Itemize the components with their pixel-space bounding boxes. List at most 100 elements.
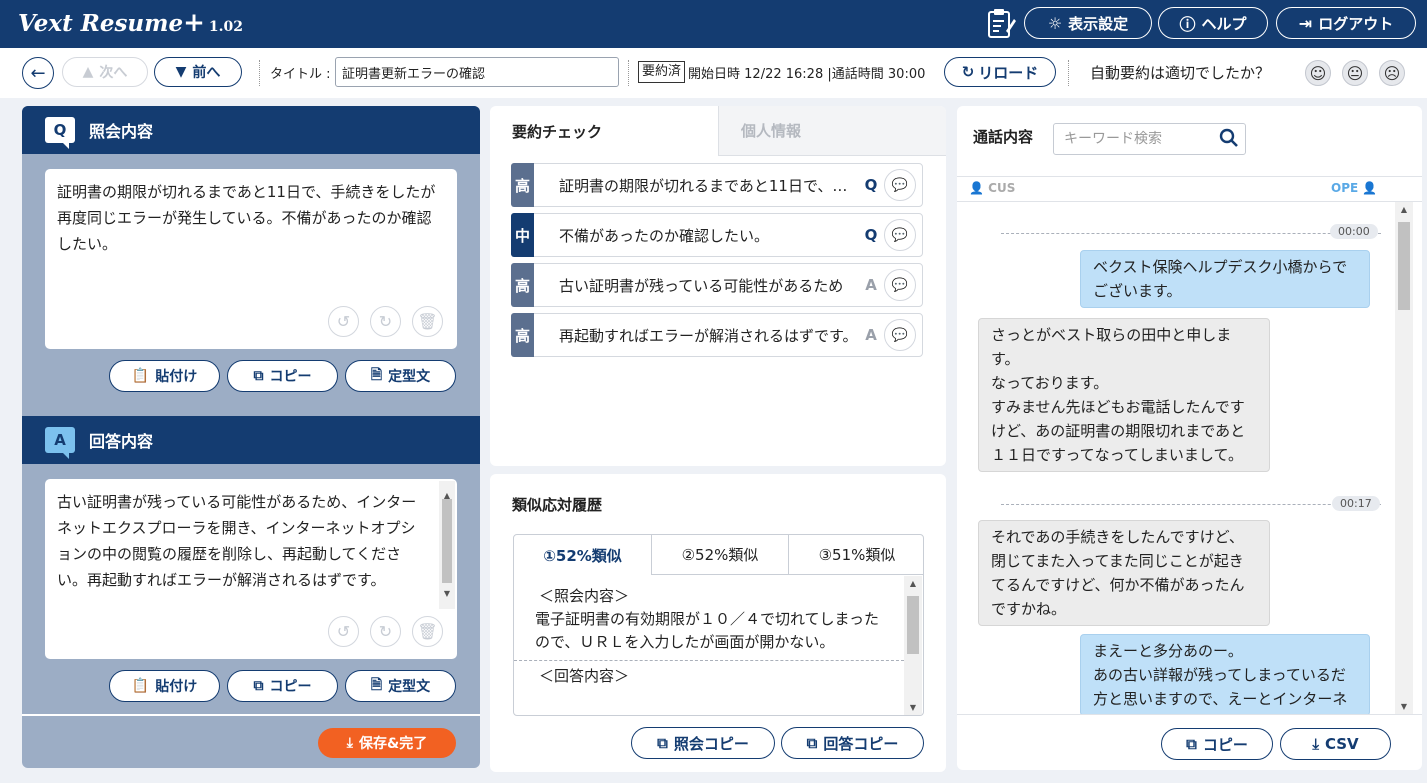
- save-complete-button[interactable]: ⤓ 保存&完了: [318, 728, 456, 758]
- answer-editor[interactable]: 古い証明書が残っている可能性があるため、インターネットエクスプローラを開き、イン…: [45, 479, 457, 659]
- operator-message: ベクスト保険ヘルプデスク小橋からでございます。: [1080, 250, 1370, 308]
- logout-button[interactable]: ⇥ ログアウト: [1276, 7, 1416, 39]
- query-paste-button[interactable]: 📋 貼付け: [109, 360, 220, 392]
- priority-badge: 高: [511, 263, 534, 307]
- query-text[interactable]: 証明書の期限が切れるまであと11日で、手続きをしたが再度同じエラーが発生している…: [57, 179, 437, 257]
- query-icon: Q: [45, 117, 75, 149]
- customer-message: さっとがベスト取らの田中と申します。 なっております。 すみません先ほどもお電話…: [978, 318, 1270, 472]
- answer-scrollbar[interactable]: ▲ ▼: [439, 481, 455, 609]
- operator-message: まえーと多分あのー。 あの古い詳報が残ってしまっているだ方と思いますので、えーと…: [1080, 634, 1370, 714]
- copy-icon: ⧉: [253, 368, 264, 384]
- type-label: A: [865, 326, 877, 344]
- save-icon: ⤓: [346, 735, 353, 751]
- help-button[interactable]: ⓘ ヘルプ: [1158, 7, 1268, 39]
- similar-content: ＜照会内容＞ 電子証明書の有効期限が１０／４で切れてしまったので、ＵＲＬを入力し…: [514, 575, 904, 688]
- query-copy-button[interactable]: ⧉ 照会コピー: [631, 727, 775, 759]
- answer-icon: A: [45, 427, 75, 459]
- tab-summary-check[interactable]: 要約チェック: [490, 106, 718, 156]
- summary-row[interactable]: 中 不備があったのか確認したい。 Q 💬: [511, 213, 923, 257]
- triangle-up-icon: ▲: [82, 64, 94, 80]
- neutral-face-icon[interactable]: 😐: [1342, 60, 1368, 86]
- paste-icon: 📋: [131, 368, 150, 384]
- copy-icon: ⧉: [806, 734, 818, 752]
- similar-history-card: 類似応対履歴 ①52%類似 ②52%類似 ③51%類似 ＜照会内容＞ 電子証明書…: [490, 474, 946, 772]
- sad-face-icon[interactable]: ☹: [1379, 60, 1405, 86]
- undo-icon[interactable]: ↺: [328, 306, 359, 337]
- answer-text[interactable]: 古い証明書が残っている可能性があるため、インターネットエクスプローラを開き、イン…: [57, 489, 427, 593]
- divider: [1068, 60, 1069, 86]
- query-editor[interactable]: 証明書の期限が切れるまであと11日で、手続きをしたが再度同じエラーが発生している…: [45, 169, 457, 349]
- summary-row[interactable]: 高 証明書の期限が切れるまであと11日で、手続きをしたが Q 💬: [511, 163, 923, 207]
- redo-icon[interactable]: ↻: [370, 306, 401, 337]
- download-icon: ⤓: [1312, 735, 1319, 753]
- undo-icon[interactable]: ↺: [328, 616, 359, 647]
- feedback-question: 自動要約は適切でしたか？: [1090, 64, 1271, 82]
- redo-icon[interactable]: ↻: [370, 616, 401, 647]
- answer-paste-button[interactable]: 📋 貼付け: [109, 670, 220, 702]
- display-settings-button[interactable]: ☼ 表示設定: [1024, 7, 1152, 39]
- priority-badge: 中: [511, 213, 534, 257]
- priority-badge: 高: [511, 313, 534, 357]
- answer-copy-button[interactable]: ⧉ コピー: [227, 670, 338, 702]
- qa-panel: Q 照会内容 証明書の期限が切れるまであと11日で、手続きをしたが再度同じエラー…: [22, 106, 480, 768]
- summary-row[interactable]: 高 再起動すればエラーが解消されるはずです。 A 💬: [511, 313, 923, 357]
- tab-similar-2[interactable]: ②52%類似: [651, 535, 788, 575]
- back-button[interactable]: ←: [22, 57, 54, 89]
- copy-icon: ⧉: [253, 678, 264, 694]
- comment-icon[interactable]: 💬: [884, 269, 916, 301]
- tab-similar-3[interactable]: ③51%類似: [788, 535, 923, 575]
- search-icon[interactable]: [1219, 128, 1239, 148]
- answer-template-button[interactable]: 🗎 定型文: [345, 670, 456, 702]
- operator-label: OPE 👤: [1331, 181, 1378, 195]
- title-input[interactable]: [335, 57, 619, 87]
- transcript-card: 通話内容 👤 CUS OPE 👤 00:00 ベクスト保険ヘルプデスク小橋からで…: [957, 106, 1422, 770]
- toolbar: ← ▲次へ ▼前へ タイトル : 要約済 開始日時 12/22 16:28 |通…: [0, 48, 1427, 98]
- title-label: タイトル :: [270, 67, 331, 82]
- trash-icon[interactable]: 🗑: [412, 306, 443, 337]
- document-icon: 🗎: [370, 677, 383, 693]
- tab-similar-1[interactable]: ①52%類似: [514, 535, 651, 575]
- arrow-left-icon: ←: [30, 62, 46, 84]
- summary-row[interactable]: 高 古い証明書が残っている可能性があるため A 💬: [511, 263, 923, 307]
- chat-area: 00:00 ベクスト保険ヘルプデスク小橋からでございます。 さっとがベスト取らの…: [957, 202, 1422, 714]
- type-label: Q: [864, 176, 878, 194]
- priority-badge: 高: [511, 163, 534, 207]
- copy-icon: ⧉: [1186, 735, 1197, 753]
- answer-header: A 回答内容: [22, 416, 480, 464]
- chat-scrollbar[interactable]: ▲ ▼: [1395, 202, 1413, 714]
- comment-icon[interactable]: 💬: [884, 319, 916, 351]
- query-template-button[interactable]: 🗎 定型文: [345, 360, 456, 392]
- answer-copy-button[interactable]: ⧉ 回答コピー: [781, 727, 924, 759]
- keyword-search-input[interactable]: [1053, 123, 1246, 155]
- customer-message: それであの手続きをしたんですけど、閉じてまた入ってまた同じことが起きてるんですけ…: [978, 520, 1270, 626]
- comment-icon[interactable]: 💬: [884, 169, 916, 201]
- transcript-copy-button[interactable]: ⧉ コピー: [1161, 728, 1273, 760]
- paste-icon: 📋: [131, 678, 150, 694]
- csv-export-button[interactable]: ⤓ CSV: [1280, 728, 1391, 760]
- smile-face-icon[interactable]: ☺: [1305, 60, 1331, 86]
- logout-icon: ⇥: [1298, 13, 1313, 33]
- help-icon: ⓘ: [1179, 15, 1196, 34]
- call-info: 開始日時 12/22 16:28 |通話時間 30:00: [688, 67, 926, 82]
- reload-button[interactable]: ↻ リロード: [944, 57, 1056, 87]
- reload-icon: ↻: [961, 63, 975, 81]
- summary-card: 要約チェック 個人情報 高 証明書の期限が切れるまであと11日で、手続きをしたが…: [490, 106, 946, 466]
- divider: [259, 60, 260, 86]
- type-label: A: [865, 276, 877, 294]
- triangle-down-icon: ▼: [175, 64, 187, 80]
- comment-icon[interactable]: 💬: [884, 219, 916, 251]
- trash-icon[interactable]: 🗑: [412, 616, 443, 647]
- similar-box: ①52%類似 ②52%類似 ③51%類似 ＜照会内容＞ 電子証明書の有効期限が１…: [513, 534, 924, 716]
- person-icon: 👤: [1362, 181, 1378, 195]
- next-button[interactable]: ▲ 次へ: [62, 57, 148, 87]
- prev-button[interactable]: ▼ 前へ: [154, 57, 242, 87]
- transcript-heading: 通話内容: [973, 128, 1034, 146]
- tab-personal-info[interactable]: 個人情報: [718, 106, 946, 156]
- similar-scrollbar[interactable]: ▲ ▼: [904, 576, 922, 715]
- query-copy-button[interactable]: ⧉ コピー: [227, 360, 338, 392]
- clipboard-edit-icon[interactable]: [986, 7, 1016, 39]
- speaker-bar: 👤 CUS OPE 👤: [957, 176, 1422, 202]
- copy-icon: ⧉: [657, 734, 668, 752]
- app-header: Vext Resume+ 1.02 ☼ 表示設定 ⓘ ヘルプ ⇥ ログアウト: [0, 0, 1427, 48]
- similar-title: 類似応対履歴: [512, 496, 603, 514]
